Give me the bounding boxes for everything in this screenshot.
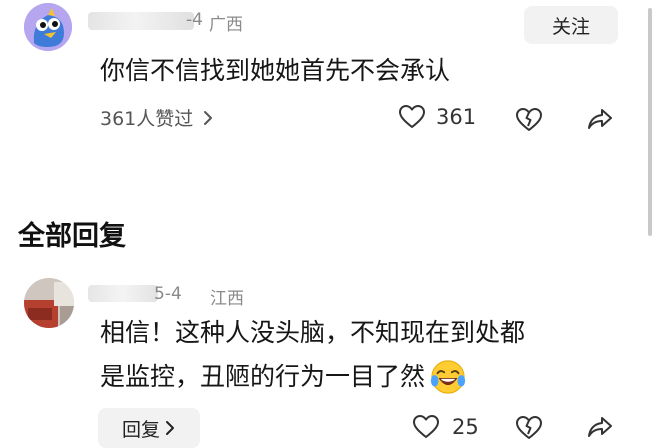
reply-like-button[interactable]: 25 — [412, 414, 479, 440]
username-blurred — [88, 12, 194, 30]
share-icon[interactable] — [586, 414, 614, 440]
laughing-crying-emoji-icon — [430, 360, 466, 394]
heart-icon — [413, 415, 439, 438]
reply-location: 江西 — [210, 289, 244, 309]
follow-button[interactable]: 关注 — [524, 6, 618, 44]
reply-text-line-2-row: 是监控，丑陋的行为一目了然 — [100, 354, 467, 400]
likes-summary-link[interactable]: 361人赞过 — [100, 104, 215, 131]
user-avatar[interactable] — [24, 3, 72, 51]
robot-bird-avatar-icon — [24, 3, 72, 51]
reply-like-count: 25 — [452, 415, 479, 439]
broken-heart-icon[interactable] — [514, 106, 544, 132]
username-tail: -4 — [186, 10, 203, 30]
reply-date: 5-4 — [154, 284, 182, 304]
heart-icon — [399, 105, 425, 128]
comment-text: 你信不信找到她她首先不会承认 — [100, 56, 451, 85]
section-title: 全部回复 — [18, 221, 126, 252]
location-label: 广西 — [209, 15, 243, 35]
chevron-right-icon — [204, 110, 213, 125]
reply-button-label: 回复 — [121, 418, 160, 441]
reply-text-line-1: 相信！这种人没头脑，不知现在到处都 — [100, 318, 526, 347]
reply-user-avatar[interactable] — [24, 278, 74, 328]
reply-text-line-2: 是监控，丑陋的行为一目了然 — [100, 362, 426, 391]
like-button[interactable]: 361 — [398, 104, 476, 130]
chevron-right-icon — [166, 421, 174, 435]
like-count: 361 — [436, 105, 477, 129]
reply-button[interactable]: 回复 — [98, 408, 200, 448]
reply-username-blurred — [88, 285, 158, 302]
scrollbar[interactable] — [648, 8, 652, 236]
share-icon[interactable] — [586, 106, 614, 132]
broken-heart-icon[interactable] — [514, 414, 544, 440]
likes-summary-label: 361人赞过 — [100, 108, 194, 130]
photo-avatar-icon — [24, 278, 74, 328]
